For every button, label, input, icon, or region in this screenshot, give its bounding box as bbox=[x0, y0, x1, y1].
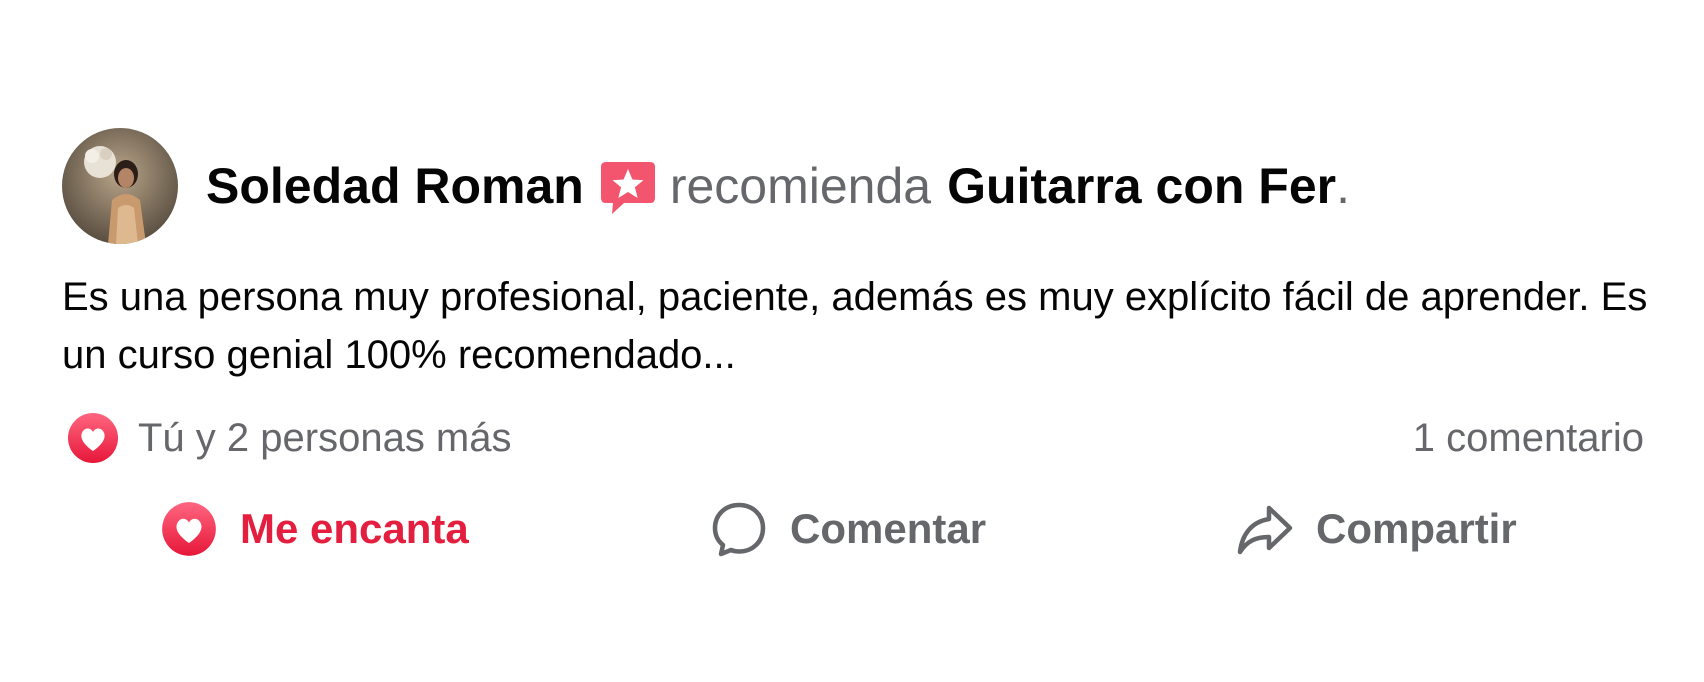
avatar-photo bbox=[62, 128, 178, 244]
post-headline: Soledad Roman recomienda Guitarra con Fe… bbox=[206, 156, 1350, 216]
avatar[interactable] bbox=[62, 128, 178, 244]
comments-count[interactable]: 1 comentario bbox=[1413, 416, 1644, 461]
recommendation-post: Soledad Roman recomienda Guitarra con Fe… bbox=[0, 0, 1704, 682]
reactions-text: Tú y 2 personas más bbox=[138, 415, 512, 460]
page-name[interactable]: Guitarra con Fer bbox=[947, 156, 1336, 216]
comment-button[interactable]: Comentar bbox=[710, 494, 986, 564]
love-label: Me encanta bbox=[240, 505, 469, 552]
comment-bubble-icon bbox=[712, 502, 766, 557]
recommend-verb: recomienda bbox=[669, 158, 932, 214]
author-name[interactable]: Soledad Roman bbox=[206, 156, 584, 216]
share-label: Compartir bbox=[1316, 505, 1517, 552]
share-arrow-icon bbox=[1237, 505, 1293, 555]
comment-label: Comentar bbox=[790, 505, 987, 552]
share-button[interactable]: Compartir bbox=[1236, 494, 1517, 564]
headline-period: . bbox=[1336, 158, 1351, 214]
heart-icon bbox=[162, 502, 216, 556]
reaction-summary[interactable]: Tú y 2 personas más bbox=[66, 411, 512, 465]
post-header: Soledad Roman recomienda Guitarra con Fe… bbox=[62, 128, 1350, 244]
action-bar: Me encanta Comentar Compartir bbox=[0, 494, 1704, 564]
post-body: Es una persona muy profesional, paciente… bbox=[62, 275, 1648, 377]
recommend-star-bubble-icon bbox=[598, 158, 658, 218]
post-stats: Tú y 2 personas más 1 comentario bbox=[66, 410, 1644, 466]
love-reaction-icon bbox=[68, 413, 118, 463]
love-button[interactable]: Me encanta bbox=[160, 494, 469, 564]
